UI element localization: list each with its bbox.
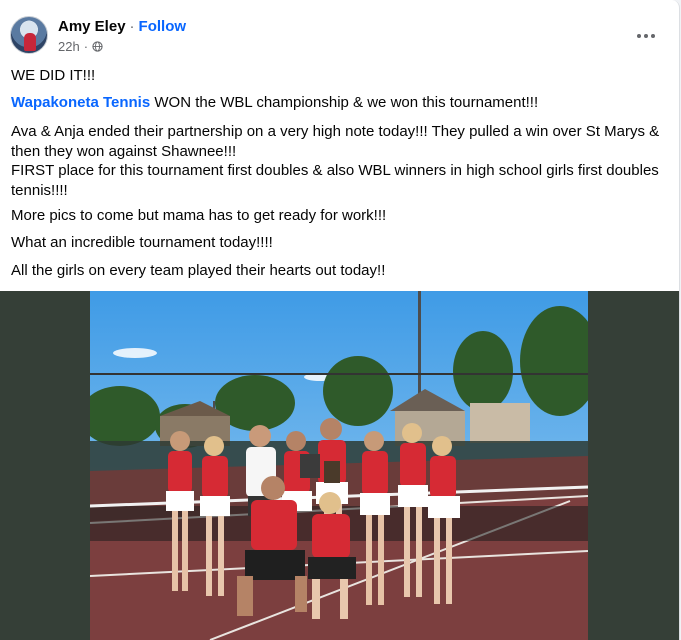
post-line-2-text: WON the WBL championship & we won this t… [150, 94, 539, 111]
photo-backdrop [0, 291, 679, 640]
author-name[interactable]: Amy Eley [58, 18, 126, 35]
post-line-2: Wapakoneta Tennis WON the WBL championsh… [11, 93, 538, 113]
post-paragraph-3: Ava & Anja ended their partnership on a … [11, 122, 671, 200]
post-meta: 22h · [58, 39, 103, 54]
more-options-icon[interactable] [634, 24, 658, 48]
separator-dot: · [129, 18, 135, 35]
post-card: Amy Eley · Follow 22h · WE DID IT!!! Wapak… [0, 0, 680, 640]
team-photo[interactable] [90, 291, 588, 640]
post-paragraph-3a: Ava & Anja ended their partnership on a … [11, 123, 660, 160]
globe-icon[interactable] [92, 41, 103, 52]
team-photo-drawing [90, 291, 588, 640]
post-line-1: WE DID IT!!! [11, 67, 96, 84]
post-line-6: All the girls on every team played their… [11, 262, 386, 279]
follow-button[interactable]: Follow [139, 18, 187, 35]
post-timestamp[interactable]: 22h [58, 39, 80, 54]
author-row: Amy Eley · Follow [58, 18, 186, 35]
post-paragraph-3b: FIRST place for this tournament first do… [11, 162, 659, 199]
meta-separator: · [83, 39, 89, 54]
post-header: Amy Eley · Follow 22h · [10, 14, 670, 58]
author-avatar[interactable] [10, 16, 48, 54]
page-tag-link[interactable]: Wapakoneta Tennis [11, 94, 150, 111]
post-line-4: More pics to come but mama has to get re… [11, 207, 387, 224]
post-line-5: What an incredible tournament today!!!! [11, 234, 273, 251]
